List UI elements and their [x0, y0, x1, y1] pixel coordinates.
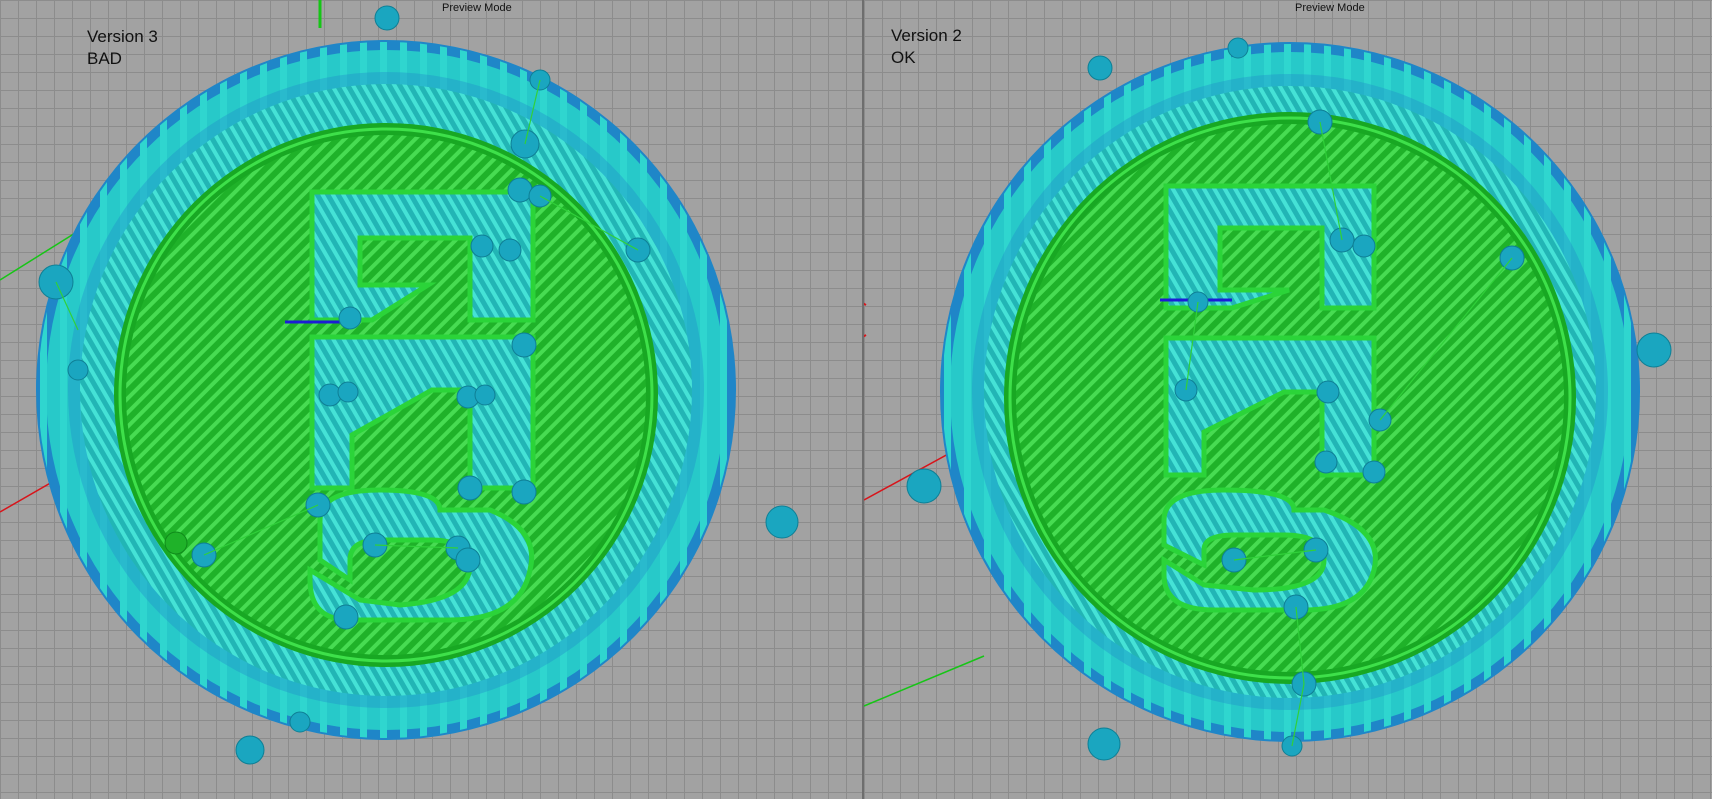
axis-marker	[864, 334, 867, 338]
version-status: BAD	[87, 49, 122, 68]
preview-mode-label: Preview Mode	[442, 2, 512, 14]
viewport-version-2[interactable]: Preview Mode Version 2 OK	[864, 0, 1712, 799]
preview-mode-label: Preview Mode	[1295, 2, 1365, 14]
version-title: Version 3	[87, 27, 158, 46]
viewport-version-3[interactable]: Preview Mode Version 3 BAD	[0, 0, 864, 799]
version-annotation: Version 3 BAD	[87, 26, 158, 70]
print-preview-render	[0, 0, 799, 765]
axis-marker	[864, 302, 867, 306]
version-status: OK	[891, 48, 916, 67]
print-preview-render	[864, 37, 1672, 761]
version-title: Version 2	[891, 26, 962, 45]
y-axis-line	[864, 655, 985, 707]
version-annotation: Version 2 OK	[891, 25, 962, 69]
support-sphere-green	[164, 531, 188, 555]
